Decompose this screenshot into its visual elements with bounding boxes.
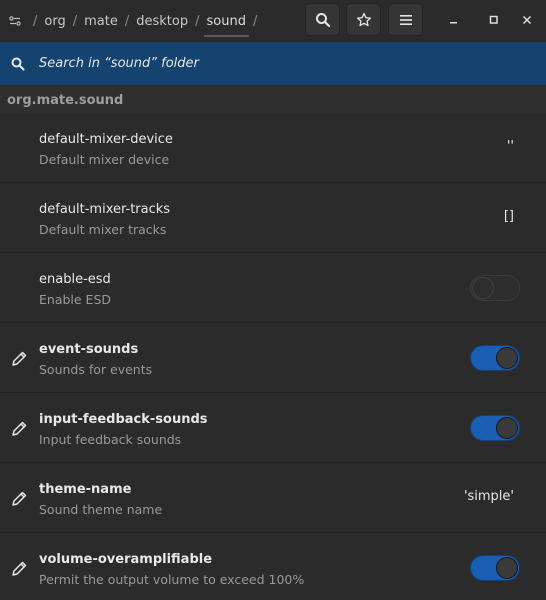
breadcrumb: / org / mate / desktop / sound / bbox=[0, 0, 264, 42]
header-bar: / org / mate / desktop / sound / bbox=[0, 0, 546, 42]
key-row-input-feedback-sounds[interactable]: input-feedback-sounds Input feedback sou… bbox=[0, 393, 546, 463]
search-button[interactable] bbox=[305, 3, 340, 36]
search-icon bbox=[315, 12, 330, 27]
maximize-icon bbox=[489, 15, 498, 24]
breadcrumb-item-org[interactable]: org bbox=[44, 14, 65, 29]
key-row-theme-name[interactable]: theme-name Sound theme name 'simple' bbox=[0, 463, 546, 533]
toggle-switch[interactable] bbox=[470, 555, 520, 581]
key-description: Sound theme name bbox=[39, 502, 163, 517]
search-icon bbox=[11, 57, 25, 71]
key-description: Permit the output volume to exceed 100% bbox=[39, 572, 305, 587]
key-description: Enable ESD bbox=[39, 292, 112, 307]
key-name: volume-overamplifiable bbox=[39, 552, 213, 567]
key-description: Input feedback sounds bbox=[39, 432, 182, 447]
toggle-switch[interactable] bbox=[470, 345, 520, 371]
main-menu-button[interactable] bbox=[388, 3, 423, 36]
key-description: Default mixer tracks bbox=[39, 222, 167, 237]
key-row-default-mixer-device[interactable]: default-mixer-device Default mixer devic… bbox=[0, 113, 546, 183]
search-bar[interactable]: Search in “sound” folder bbox=[0, 42, 546, 85]
pencil-icon bbox=[12, 421, 27, 436]
path-separator: / bbox=[195, 13, 200, 29]
bookmark-button[interactable] bbox=[346, 3, 381, 36]
key-name: event-sounds bbox=[39, 342, 139, 357]
key-description: Default mixer device bbox=[39, 152, 170, 167]
key-value: 'simple' bbox=[463, 489, 514, 504]
path-separator: / bbox=[33, 13, 38, 29]
key-row-default-mixer-tracks[interactable]: default-mixer-tracks Default mixer track… bbox=[0, 183, 546, 253]
key-name: theme-name bbox=[39, 482, 132, 497]
key-row-enable-esd[interactable]: enable-esd Enable ESD bbox=[0, 253, 546, 323]
dconf-editor-window: / org / mate / desktop / sound / Search … bbox=[0, 0, 546, 600]
pencil-icon bbox=[12, 351, 27, 366]
schema-section-header: org.mate.sound bbox=[0, 85, 546, 113]
search-input[interactable]: Search in “sound” folder bbox=[39, 56, 199, 71]
star-icon bbox=[356, 12, 371, 26]
breadcrumb-item-desktop[interactable]: desktop bbox=[136, 14, 188, 29]
path-separator: / bbox=[252, 13, 258, 29]
toggle-knob bbox=[496, 557, 518, 579]
key-name: default-mixer-device bbox=[39, 132, 173, 147]
keys-list: default-mixer-device Default mixer devic… bbox=[0, 113, 546, 600]
key-name: default-mixer-tracks bbox=[39, 202, 171, 217]
close-icon bbox=[522, 15, 532, 25]
maximize-button[interactable] bbox=[482, 8, 506, 32]
path-separator: / bbox=[124, 13, 130, 29]
breadcrumb-item-mate[interactable]: mate bbox=[84, 14, 118, 29]
toggle-knob bbox=[496, 417, 518, 439]
close-button[interactable] bbox=[515, 8, 539, 32]
minimize-icon bbox=[450, 22, 457, 24]
key-value: '' bbox=[506, 139, 514, 154]
pencil-icon bbox=[12, 491, 27, 506]
key-description: Sounds for events bbox=[39, 362, 153, 377]
minimize-button[interactable] bbox=[442, 8, 466, 32]
toggle-knob bbox=[496, 347, 518, 369]
dconf-root-icon[interactable] bbox=[8, 14, 22, 28]
key-row-volume-overamplifiable[interactable]: volume-overamplifiable Permit the output… bbox=[0, 533, 546, 600]
path-separator: / bbox=[72, 13, 78, 29]
key-name: input-feedback-sounds bbox=[39, 412, 208, 427]
key-row-event-sounds[interactable]: event-sounds Sounds for events bbox=[0, 323, 546, 393]
toggle-switch[interactable] bbox=[470, 275, 520, 301]
pencil-icon bbox=[12, 561, 27, 576]
key-value: [] bbox=[503, 209, 514, 224]
toggle-switch[interactable] bbox=[470, 415, 520, 441]
breadcrumb-item-sound[interactable]: sound bbox=[204, 14, 250, 37]
toggle-knob bbox=[472, 277, 494, 299]
key-name: enable-esd bbox=[39, 272, 111, 287]
hamburger-menu-icon bbox=[399, 14, 412, 25]
